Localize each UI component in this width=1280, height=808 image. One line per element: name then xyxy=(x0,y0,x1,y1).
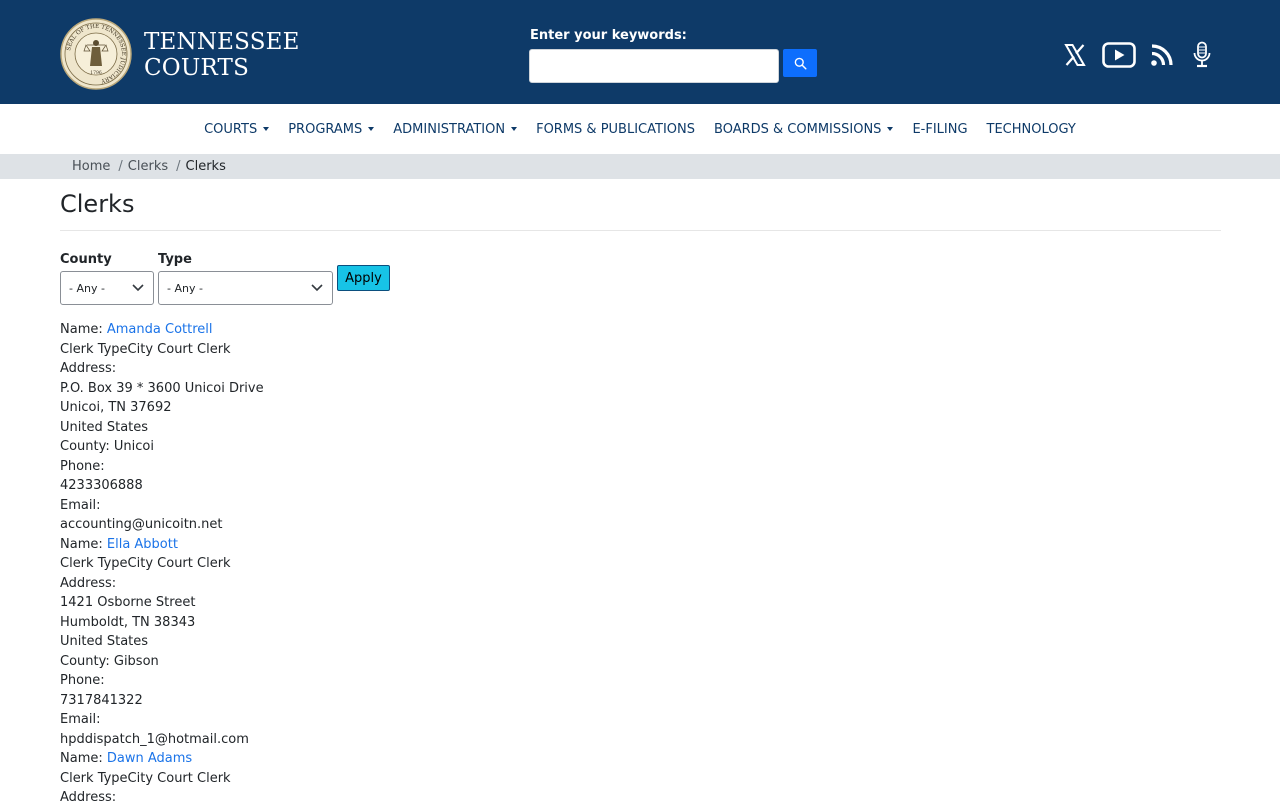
nav-label: ADMINISTRATION xyxy=(393,121,506,137)
phone-label: Phone: xyxy=(60,673,105,688)
clerk-name-line: Name: Ella Abbott xyxy=(60,535,660,555)
clerk-results-list: Name: Amanda Cottrell Clerk TypeCity Cou… xyxy=(60,320,660,808)
search-button[interactable] xyxy=(783,49,817,77)
judiciary-seal-logo[interactable]: SEAL OF THE TENNESSEE JUDICIARY 1796 xyxy=(60,18,132,90)
clerk-name-link[interactable]: Ella Abbott xyxy=(107,537,178,552)
name-label: Name: xyxy=(60,322,103,337)
clerk-phone: 7317841322 xyxy=(60,692,143,708)
email-label: Email: xyxy=(60,497,101,513)
clerk-type: Clerk TypeCity Court Clerk xyxy=(60,556,231,571)
clerk-phone: 4233306888 xyxy=(60,478,143,493)
caret-down-icon xyxy=(368,127,375,131)
nav-item-programs[interactable]: PROGRAMS xyxy=(279,122,384,137)
caret-down-icon xyxy=(511,127,518,131)
county-filter-label: County xyxy=(60,252,112,267)
search-icon xyxy=(794,57,807,70)
page-title: Clerks xyxy=(60,190,135,218)
address-line-1: 1421 Osborne Street xyxy=(60,595,196,610)
rss-icon[interactable] xyxy=(1148,40,1176,70)
caret-down-icon xyxy=(263,127,270,131)
nav-item-courts[interactable]: COURTS xyxy=(195,122,279,137)
clerk-name-link[interactable]: Dawn Adams xyxy=(107,751,192,766)
address-line-1: P.O. Box 39 * 3600 Unicoi Drive xyxy=(60,380,264,396)
name-label: Name: xyxy=(60,536,103,552)
nav-item-boards-commissions[interactable]: BOARDS & COMMISSIONS xyxy=(705,122,903,137)
clerk-entry: Name: Dawn Adams Clerk TypeCity Court Cl… xyxy=(60,749,660,808)
nav-label: BOARDS & COMMISSIONS xyxy=(714,121,882,137)
nav-label: E-FILING xyxy=(912,121,968,137)
svg-text:1796: 1796 xyxy=(90,70,102,76)
breadcrumb-home-link[interactable]: Home xyxy=(72,159,110,174)
clerk-name-link[interactable]: Amanda Cottrell xyxy=(107,322,213,337)
chevron-down-icon xyxy=(123,284,153,292)
address-label: Address: xyxy=(60,790,117,805)
nav-item-technology[interactable]: TECHNOLOGY xyxy=(977,122,1085,137)
address-label: Address: xyxy=(60,575,117,591)
chevron-down-icon xyxy=(302,284,332,292)
email-label: Email: xyxy=(60,712,101,727)
clerk-entry: Name: Ella Abbott Clerk TypeCity Court C… xyxy=(60,535,660,750)
x-icon[interactable] xyxy=(1061,40,1089,70)
clerk-type: Clerk TypeCity Court Clerk xyxy=(60,341,231,357)
brand-line-2: COURTS xyxy=(144,55,250,81)
clerk-type: Clerk TypeCity Court Clerk xyxy=(60,770,231,786)
site-brand[interactable]: TENNESSEE COURTS xyxy=(144,29,300,81)
main-navigation: COURTS PROGRAMS ADMINISTRATION FORMS & P… xyxy=(0,104,1280,154)
type-select[interactable]: - Any - xyxy=(158,271,333,305)
brand-line-1: TENNESSEE xyxy=(144,29,300,55)
clerk-county: County: Gibson xyxy=(60,653,159,669)
nav-item-e-filing[interactable]: E-FILING xyxy=(903,122,977,137)
search-label: Enter your keywords: xyxy=(530,28,687,43)
search-input[interactable] xyxy=(529,49,779,83)
apply-button[interactable]: Apply xyxy=(337,265,390,291)
podcast-icon[interactable] xyxy=(1190,40,1214,70)
clerk-name-line: Name: Amanda Cottrell xyxy=(60,320,660,340)
nav-item-administration[interactable]: ADMINISTRATION xyxy=(384,122,527,137)
type-select-value: - Any - xyxy=(167,281,203,295)
breadcrumb-current: Clerks xyxy=(185,159,226,174)
clerk-entry: Name: Amanda Cottrell Clerk TypeCity Cou… xyxy=(60,320,660,535)
breadcrumb-separator: / xyxy=(118,159,123,174)
nav-label: TECHNOLOGY xyxy=(986,121,1076,137)
youtube-icon[interactable] xyxy=(1101,40,1137,70)
address-country: United States xyxy=(60,634,149,649)
clerk-name-line: Name: Dawn Adams xyxy=(60,749,660,769)
address-label: Address: xyxy=(60,361,117,376)
address-line-2: Unicoi, TN 37692 xyxy=(60,400,172,415)
county-select[interactable]: - Any - xyxy=(60,271,154,305)
breadcrumb-clerks-link[interactable]: Clerks xyxy=(128,159,168,174)
clerk-email: accounting@unicoitn.net xyxy=(60,517,223,532)
caret-down-icon xyxy=(887,127,894,131)
clerk-email: hpddispatch_1@hotmail.com xyxy=(60,731,249,747)
address-country: United States xyxy=(60,419,149,435)
nav-label: COURTS xyxy=(204,121,258,137)
name-label: Name: xyxy=(60,751,103,766)
clerk-county: County: Unicoi xyxy=(60,439,154,454)
county-select-value: - Any - xyxy=(69,281,105,295)
nav-label: PROGRAMS xyxy=(288,121,363,137)
breadcrumb: Home / Clerks / Clerks xyxy=(0,154,1280,179)
phone-label: Phone: xyxy=(60,458,105,474)
nav-label: FORMS & PUBLICATIONS xyxy=(536,121,696,137)
nav-item-forms-publications[interactable]: FORMS & PUBLICATIONS xyxy=(527,122,705,137)
breadcrumb-separator: / xyxy=(176,159,181,174)
address-line-2: Humboldt, TN 38343 xyxy=(60,614,196,630)
type-filter-label: Type xyxy=(158,252,192,267)
title-divider xyxy=(60,230,1221,231)
site-header: SEAL OF THE TENNESSEE JUDICIARY 1796 TEN… xyxy=(0,0,1280,104)
